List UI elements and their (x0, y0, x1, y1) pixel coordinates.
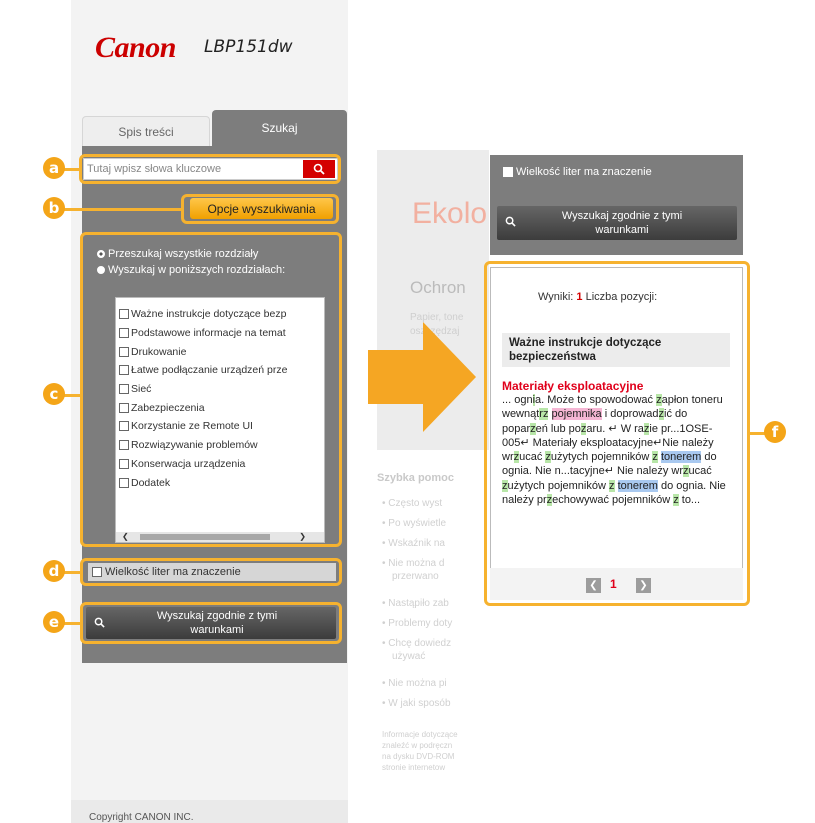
callout-frame-c (80, 232, 342, 547)
checkbox[interactable] (503, 167, 513, 177)
callout-badge-d: d (43, 560, 65, 582)
background-bullet: • Chcę dowiedz (382, 638, 452, 649)
callout-frame-a (79, 154, 341, 184)
tab-search[interactable]: Szukaj (212, 110, 347, 146)
canon-logo: Canon (95, 31, 176, 64)
search-conditions-label: Wyszukaj zgodnie z tymi warunkami (561, 210, 683, 236)
background-section-title: Szybka pomoc (377, 472, 455, 484)
callout-badge-c: c (43, 383, 65, 405)
background-note: stronie internetow (382, 763, 446, 772)
callout-frame-e (80, 602, 342, 644)
callout-frame-d (80, 558, 342, 586)
background-bullet: • W jaki sposób (382, 698, 451, 709)
background-note: znaleźć w podręczn (382, 741, 453, 750)
transition-arrow-icon (368, 322, 476, 432)
background-note: na dysku DVD-ROM (382, 752, 455, 761)
background-bullet-cont: przerwano (392, 571, 439, 582)
callout-badge-b: b (43, 197, 65, 219)
background-bullet: • Wskaźnik na (382, 538, 445, 549)
background-page-title: Ekolo (412, 197, 488, 230)
background-bullet: • Nastąpiło zab (382, 598, 449, 609)
case-sensitive-label: Wielkość liter ma znaczenie (516, 166, 652, 178)
background-bullet: • Nie można d (382, 558, 445, 569)
callout-frame-f (484, 261, 750, 606)
background-page-subtitle: Ochron (410, 278, 466, 297)
footer-copyright: Copyright CANON INC. (71, 800, 348, 823)
callout-frame-b (181, 194, 339, 224)
background-bullet: • Problemy doty (382, 618, 453, 629)
background-bullet: • Często wyst (382, 498, 443, 509)
background-bullet: • Nie można pi (382, 678, 447, 689)
model-name: LBP151dw (204, 37, 293, 57)
search-icon (505, 216, 516, 227)
callout-badge-e: e (43, 611, 65, 633)
results-case-sensitive-option[interactable]: Wielkość liter ma znaczenie (503, 166, 652, 178)
background-bullet: • Po wyświetle (382, 518, 447, 529)
callout-badge-f: f (764, 421, 786, 443)
callout-leader-f (749, 432, 765, 435)
results-search-conditions-button[interactable]: Wyszukaj zgodnie z tymi warunkami (497, 206, 737, 240)
callout-badge-a: a (43, 157, 65, 179)
background-bullet-cont: używać (392, 651, 426, 662)
callout-leader-b (62, 208, 182, 211)
tab-table-of-contents[interactable]: Spis treści (82, 116, 210, 146)
background-note: Informacje dotyczące (382, 730, 458, 739)
